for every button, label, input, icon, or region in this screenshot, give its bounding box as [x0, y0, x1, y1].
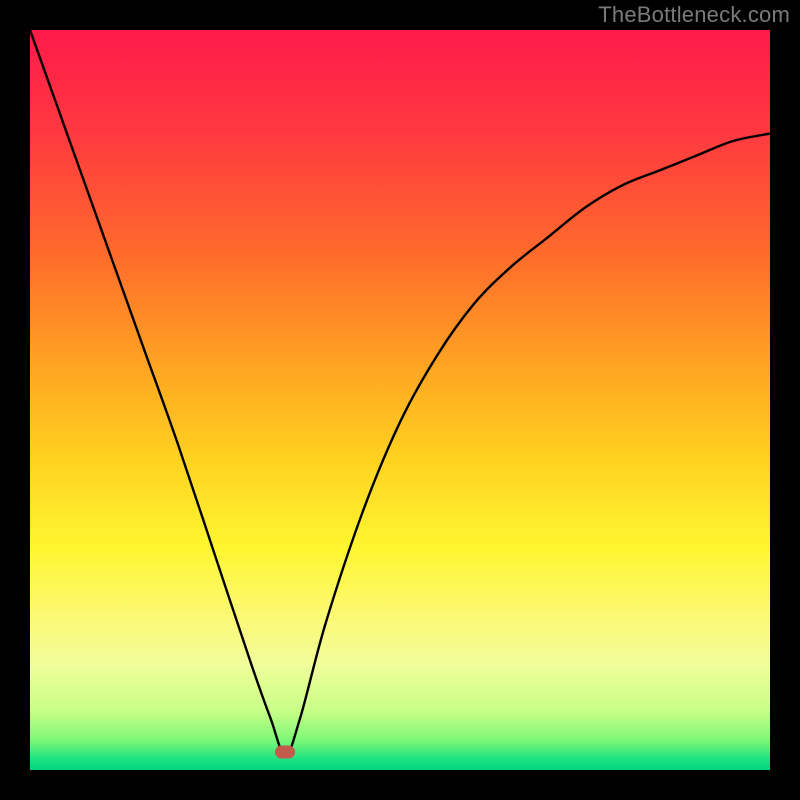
plot-area	[30, 30, 770, 770]
chart-frame: TheBottleneck.com	[0, 0, 800, 800]
bottleneck-curve	[30, 30, 770, 770]
optimum-marker	[275, 745, 295, 758]
curve-path	[30, 30, 770, 755]
watermark-text: TheBottleneck.com	[598, 2, 790, 28]
